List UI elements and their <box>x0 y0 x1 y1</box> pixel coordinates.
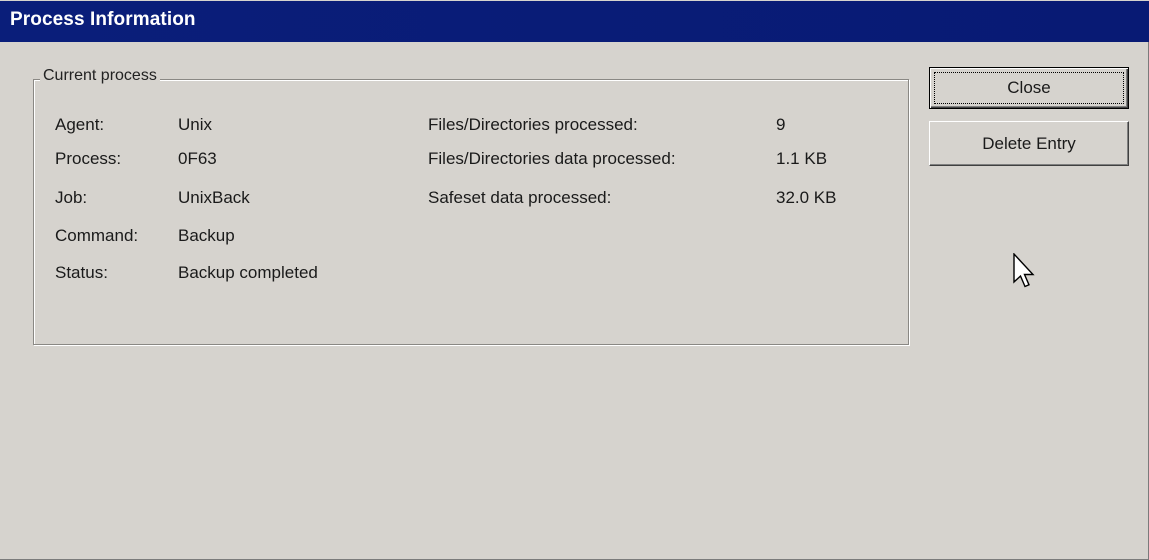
job-label: Job: <box>55 188 88 207</box>
process-value: 0F63 <box>178 149 217 168</box>
delete-entry-button-label: Delete Entry <box>982 134 1076 153</box>
status-label: Status: <box>55 263 108 282</box>
command-value: Backup <box>178 226 235 245</box>
group-legend: Current process <box>40 67 160 85</box>
safeset-data-processed-label: Safeset data processed: <box>428 188 612 207</box>
files-data-processed-value: 1.1 KB <box>776 149 828 168</box>
close-button-label: Close <box>1007 78 1051 97</box>
command-label: Command: <box>55 226 139 245</box>
job-value: UnixBack <box>178 188 250 207</box>
process-information-dialog: Process Information Current process Agen… <box>0 0 1149 560</box>
process-label: Process: <box>55 149 122 168</box>
files-data-processed-label: Files/Directories data processed: <box>428 149 676 168</box>
mouse-pointer-icon <box>1013 253 1035 288</box>
agent-value: Unix <box>178 115 213 134</box>
files-processed-label: Files/Directories processed: <box>428 115 638 134</box>
status-value: Backup completed <box>178 263 318 282</box>
close-button[interactable]: Close <box>929 67 1129 109</box>
delete-entry-button[interactable]: Delete Entry <box>929 121 1129 166</box>
files-processed-value: 9 <box>776 115 786 134</box>
agent-label: Agent: <box>55 115 105 134</box>
title-bar[interactable]: Process Information <box>0 0 1149 42</box>
safeset-data-processed-value: 32.0 KB <box>776 188 837 207</box>
window-title: Process Information <box>10 9 196 30</box>
